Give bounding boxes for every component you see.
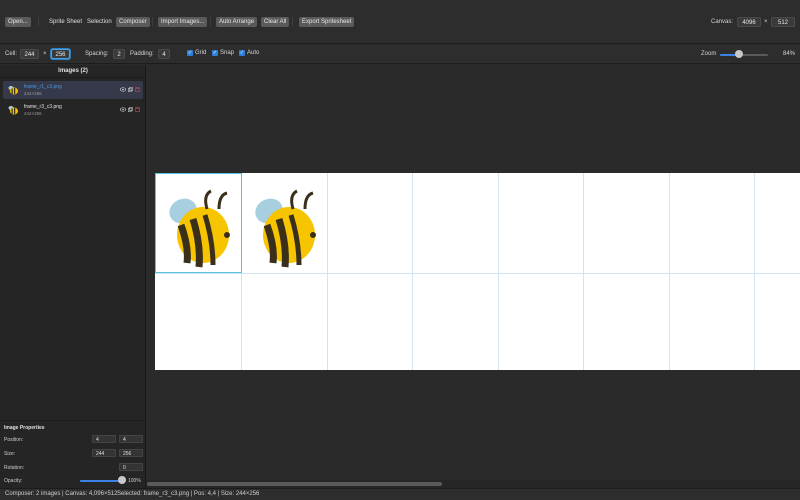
grid-line [754,173,755,370]
mode-selection-tab[interactable]: Selection [87,17,112,27]
position-y-field[interactable]: 4 [119,435,143,443]
main-toolbar: Open... Sprite Sheet Selection Composer … [0,0,800,44]
auto-arrange-button[interactable]: Auto Arrange [216,17,258,27]
padding-label: Padding: [130,51,154,57]
trash-icon[interactable] [135,87,140,94]
size-width-field[interactable]: 244 [92,449,116,457]
image-properties-title: Image Properties [4,425,45,431]
eye-icon[interactable] [119,87,127,94]
trash-icon[interactable] [135,107,140,114]
opacity-value: 100% [128,478,141,484]
mode-composer-tab[interactable]: Composer [116,17,150,27]
zoom-label: Zoom [701,51,717,57]
cell-width-field[interactable]: 244 [20,49,39,59]
status-bar: Composer: 2 images | Canvas: 4,096×512 S… [0,488,800,500]
snap-checkbox[interactable]: ✓ [212,50,218,56]
composer-canvas-area[interactable] [147,65,800,480]
status-selection: Selected: frame_r3_c3.png | Pos: 4,4 | S… [117,491,260,497]
zoom-slider-knob[interactable] [735,50,744,58]
bee-sprite-icon[interactable] [247,185,323,269]
grid-line [669,173,670,370]
auto-label: Auto [247,50,260,56]
rotation-field[interactable]: 0 [119,463,143,471]
image-dimensions: 244×256 [24,91,42,96]
grid-line [327,173,328,370]
grid-line [498,173,499,370]
position-x-field[interactable]: 4 [92,435,116,443]
export-spritesheet-button[interactable]: Export Spritesheet [299,17,355,27]
cell-height-field[interactable]: 256 [51,49,70,59]
status-summary: Composer: 2 images | Canvas: 4,096×512 [5,491,118,497]
padding-field[interactable]: 4 [158,49,170,59]
cell-size-label: Cell: [5,51,18,57]
cell-times-label: × [43,51,47,57]
opacity-label: Opacity: [4,478,23,484]
scrollbar-thumb[interactable] [147,482,442,486]
image-properties-panel: Image Properties Position: 4 4 Size: 244… [0,420,146,488]
snap-label: Snap [220,50,235,56]
spritesheet-canvas[interactable] [155,173,800,370]
image-dimensions: 244×256 [24,111,42,116]
import-images-button[interactable]: Import Images... [158,17,208,27]
toolbar-divider [152,17,153,26]
grid-line [155,273,800,274]
size-height-field[interactable]: 256 [119,449,143,457]
options-bar: Cell: 244 × 256 Spacing: 2 Padding: 4 ✓ … [0,45,800,64]
image-filename: frame_r1_c3.png [24,84,62,90]
canvas-horizontal-scrollbar[interactable] [147,480,800,488]
copy-icon[interactable] [128,107,133,114]
images-sidebar: Images (2) frame_r1_c3.png 244×256 frame… [0,65,146,488]
bee-sprite-icon[interactable] [161,185,237,269]
image-filename: frame_r3_c3.png [24,104,62,110]
eye-icon[interactable] [119,107,127,114]
clear-all-button[interactable]: Clear All [261,17,290,27]
grid-line [412,173,413,370]
auto-checkbox[interactable]: ✓ [239,50,245,56]
opacity-slider-knob[interactable] [118,476,126,484]
mode-sprite-sheet-tab[interactable]: Sprite Sheet [49,17,82,27]
image-list-item[interactable]: frame_r3_c3.png 244×256 [3,101,143,119]
canvas-times-label: × [764,19,768,25]
bee-thumbnail-icon [8,106,18,115]
toolbar-divider [210,17,211,26]
opacity-slider-fill [80,480,122,482]
images-panel-title: Images (2) [0,65,146,78]
toolbar-divider [292,17,293,26]
canvas-width-field[interactable]: 4096 [737,17,761,27]
open-button[interactable]: Open... [5,17,31,27]
grid-checkbox[interactable]: ✓ [187,50,193,56]
spacing-label: Spacing: [85,51,109,57]
canvas-size-label: Canvas: [711,19,734,25]
zoom-value: 84% [783,51,796,57]
toolbar-divider [38,17,39,26]
position-label: Position: [4,437,24,443]
rotation-label: Rotation: [4,465,25,471]
image-list-item[interactable]: frame_r1_c3.png 244×256 [3,81,143,99]
grid-line [583,173,584,370]
size-label: Size: [4,451,16,457]
spacing-field[interactable]: 2 [113,49,125,59]
bee-thumbnail-icon [8,86,18,95]
canvas-height-field[interactable]: 512 [771,17,795,27]
grid-label: Grid [195,50,207,56]
copy-icon[interactable] [128,87,133,94]
